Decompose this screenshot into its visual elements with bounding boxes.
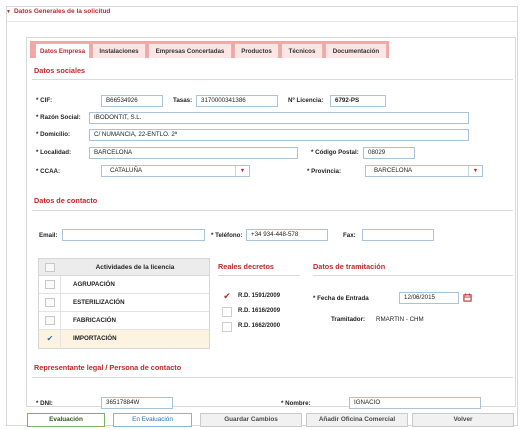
fax-field[interactable] (362, 229, 434, 241)
rd-label: R.D. 1662/2000 (238, 323, 281, 329)
select-all-checkbox[interactable] (45, 263, 55, 272)
dni-field[interactable]: 36517884W (101, 397, 173, 409)
fecha-entrada-label: * Fecha de Entrada (313, 295, 369, 302)
domicilio-field[interactable]: C/ NUMANCIA, 22-ENTLO. 2ª (89, 129, 469, 141)
representante-heading: Representante legal / Persona de contact… (34, 363, 182, 372)
en-evaluacion-button[interactable]: En Evaluación (113, 413, 192, 427)
checkmark-icon[interactable]: ✔ (222, 292, 232, 302)
activity-label: IMPORTACIÓN (73, 335, 117, 342)
domicilio-label: * Domicilio: (36, 131, 71, 138)
cif-field[interactable]: B66534926 (101, 95, 163, 107)
telefono-field[interactable]: +34 934-448-578 (246, 229, 328, 241)
ccaa-label: * CCAA: (36, 168, 61, 175)
tramitacion-heading: Datos de tramitación (313, 262, 386, 271)
licencia-label: Nº Licencia: (288, 97, 324, 104)
contacto-divider (32, 210, 513, 211)
chevron-down-icon[interactable]: ▼ (468, 166, 482, 176)
fecha-entrada-field[interactable]: 12/06/2015 (399, 292, 459, 304)
reales-decretos-heading: Reales decretos (218, 262, 274, 271)
table-row[interactable]: FABRICACIÓN (39, 312, 209, 330)
razon-social-field[interactable]: IBODONTIT, S.L. (89, 112, 469, 124)
provincia-value: BARCELONA (374, 167, 413, 174)
reales-decretos-divider (218, 275, 300, 276)
anadir-oficina-button[interactable]: Añadir Oficina Comercial (306, 413, 408, 427)
row-checkbox[interactable] (45, 280, 55, 289)
row-checkbox[interactable] (45, 298, 55, 307)
table-row[interactable]: AGRUPACIÓN (39, 276, 209, 294)
contacto-heading: Datos de contacto (34, 196, 98, 205)
tab-instalaciones[interactable]: Instalaciones (92, 43, 146, 58)
tab-strip: Datos Empresa Instalaciones Empresas Con… (30, 41, 389, 58)
tab-content-panel (26, 37, 516, 407)
activity-label: AGRUPACIÓN (73, 281, 115, 288)
tramitador-label: Tramitador: (331, 316, 366, 323)
calendar-icon[interactable] (463, 293, 472, 302)
chevron-down-icon[interactable]: ▼ (235, 166, 249, 176)
section-title: Datos Generales de la solicitud (13, 8, 111, 15)
localidad-label: * Localidad: (36, 149, 72, 156)
datos-sociales-divider (32, 79, 513, 80)
table-row[interactable]: ✔ IMPORTACIÓN (39, 330, 209, 348)
telefono-label: * Teléfono: (211, 232, 243, 239)
guardar-cambios-button[interactable]: Guardar Cambios (200, 413, 302, 427)
nombre-field[interactable]: IGNACIO (349, 397, 481, 409)
volver-button[interactable]: Volver (412, 413, 514, 427)
rd-label: R.D. 1591/2009 (238, 293, 281, 299)
checkmark-icon[interactable]: ✔ (45, 334, 55, 343)
collapse-triangle-icon[interactable]: ▼ (6, 9, 11, 15)
nombre-label: * Nombre: (281, 400, 311, 407)
actividades-table: Actividades de la licencia AGRUPACIÓN ES… (38, 258, 210, 349)
tab-documentacion[interactable]: Documentación (325, 43, 387, 58)
fax-label: Fax: (343, 232, 356, 239)
rd-checkbox[interactable] (222, 307, 232, 317)
razon-social-label: * Razón Social: (36, 114, 81, 121)
row-checkbox[interactable] (45, 316, 55, 325)
actividades-header-row: Actividades de la licencia (39, 259, 209, 276)
tab-productos[interactable]: Productos (234, 43, 279, 58)
activity-label: FABRICACIÓN (73, 317, 116, 324)
actividades-header: Actividades de la licencia (95, 264, 175, 271)
tab-tecnicos[interactable]: Técnicos (281, 43, 323, 58)
section-divider (6, 21, 517, 22)
codigo-postal-label: * Código Postal: (311, 149, 359, 156)
cif-label: * CIF: (36, 97, 53, 104)
ccaa-value: CATALUÑA (110, 167, 143, 174)
licencia-field[interactable]: 6792-PS (330, 95, 386, 107)
email-label: Email: (39, 232, 58, 239)
rd-label: R.D. 1616/2009 (238, 308, 281, 314)
provincia-label: * Provincia: (307, 168, 342, 175)
activity-label: ESTERILIZACIÓN (73, 299, 125, 306)
evaluacion-button[interactable]: Evaluación (27, 413, 105, 427)
tab-datos-empresa[interactable]: Datos Empresa (35, 43, 90, 58)
rd-checkbox[interactable] (222, 322, 232, 332)
table-row[interactable]: ESTERILIZACIÓN (39, 294, 209, 312)
tasas-label: Tasas: (173, 97, 193, 104)
ccaa-select[interactable]: CATALUÑA ▼ (101, 165, 250, 177)
section-header[interactable]: ▼ Datos Generales de la solicitud (6, 8, 110, 15)
datos-sociales-heading: Datos sociales (34, 66, 86, 75)
provincia-select[interactable]: BARCELONA ▼ (365, 165, 483, 177)
dni-label: * DNI: (36, 400, 53, 407)
tramitador-value: RMARTIN - CHM (376, 316, 424, 323)
tramitacion-divider (313, 275, 513, 276)
representante-divider (32, 377, 513, 378)
tasas-field[interactable]: 3170000341386 (196, 95, 278, 107)
email-field[interactable] (62, 229, 205, 241)
codigo-postal-field[interactable]: 08029 (363, 147, 415, 159)
localidad-field[interactable]: BARCELONA (89, 147, 298, 159)
tab-empresas-concertadas[interactable]: Empresas Concertadas (148, 43, 232, 58)
